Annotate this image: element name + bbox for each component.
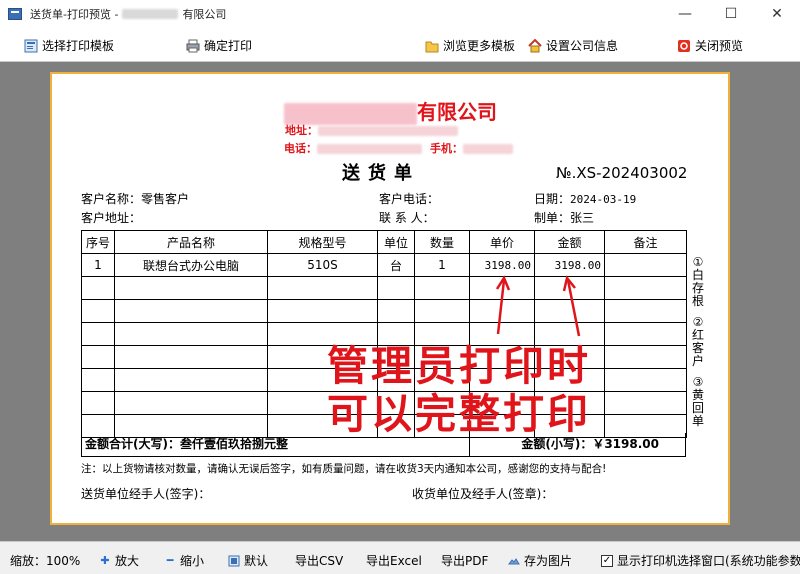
company-settings-label: 设置公司信息 xyxy=(546,39,619,53)
zoom-value: 100% xyxy=(46,553,81,568)
annotation-arrows xyxy=(495,275,581,337)
template-icon xyxy=(24,39,38,53)
close-button[interactable]: ✕ xyxy=(754,0,800,28)
company-settings-button[interactable]: 设置公司信息 xyxy=(528,37,618,54)
preview-area[interactable]: 有限公司 地址： 电话： 手机： 送货单 №.XS-202403002 客户名称：… xyxy=(0,62,800,541)
zoom-in-button[interactable]: ✚ 放大 xyxy=(99,552,139,569)
bottom-bar: 缩放： 100% ✚ 放大 ━ 缩小 默认 导出CSV 导出Excel 导出PDF 存… xyxy=(0,541,800,574)
show-printer-dialog-option[interactable]: ✓ 显示打印机选择窗口(系统功能参数 xyxy=(601,552,800,569)
window-controls: — ☐ ✕ xyxy=(662,0,800,28)
toolbar: 选择打印模板 确定打印 浏览更多模板 设置公司信息 关闭预览 xyxy=(0,28,800,62)
printer-icon xyxy=(186,39,200,53)
save-image-button[interactable]: 存为图片 xyxy=(508,552,572,569)
browse-templates-label: 浏览更多模板 xyxy=(443,39,516,53)
export-excel-button[interactable]: 导出Excel xyxy=(366,552,422,569)
show-printer-dialog-label: 显示打印机选择窗口(系统功能参数 xyxy=(617,554,800,568)
zoom-indicator: 缩放： 100% xyxy=(10,552,80,569)
checkbox-checked-icon[interactable]: ✓ xyxy=(601,554,613,567)
default-zoom-icon xyxy=(228,555,240,567)
default-zoom-label: 默认 xyxy=(244,554,269,568)
browse-templates-button[interactable]: 浏览更多模板 xyxy=(425,37,515,54)
folder-icon xyxy=(425,39,439,53)
close-preview-icon xyxy=(677,39,691,53)
title-bar: 送货单-打印预览 - 有限公司 — ☐ ✕ xyxy=(0,0,800,28)
close-preview-label: 关闭预览 xyxy=(695,39,744,53)
app-icon xyxy=(8,8,22,20)
window-title-prefix: 送货单-打印预览 - xyxy=(30,8,119,21)
minimize-button[interactable]: — xyxy=(662,0,708,28)
close-preview-button[interactable]: 关闭预览 xyxy=(677,37,743,54)
maximize-button[interactable]: ☐ xyxy=(708,0,754,28)
image-icon xyxy=(508,555,520,567)
window-title-suffix: 有限公司 xyxy=(182,8,227,21)
confirm-print-label: 确定打印 xyxy=(204,39,253,53)
arrow-to-amount xyxy=(566,279,581,337)
export-pdf-button[interactable]: 导出PDF xyxy=(441,552,488,569)
export-csv-button[interactable]: 导出CSV xyxy=(295,552,343,569)
print-page: 有限公司 地址： 电话： 手机： 送货单 №.XS-202403002 客户名称：… xyxy=(50,72,730,525)
save-image-label: 存为图片 xyxy=(524,554,573,568)
zoom-out-label: 缩小 xyxy=(180,554,205,568)
zoom-out-button[interactable]: ━ 缩小 xyxy=(164,552,204,569)
minus-icon: ━ xyxy=(166,554,174,567)
choose-template-label: 选择打印模板 xyxy=(42,39,115,53)
choose-template-button[interactable]: 选择打印模板 xyxy=(24,37,114,54)
confirm-print-button[interactable]: 确定打印 xyxy=(186,37,252,54)
zoom-label: 缩放： xyxy=(10,554,47,568)
annotation-line-2: 可以完整打印 xyxy=(327,390,591,438)
window-title: 送货单-打印预览 - 有限公司 xyxy=(30,6,226,22)
zoom-in-label: 放大 xyxy=(115,554,140,568)
default-zoom-button[interactable]: 默认 xyxy=(228,552,268,569)
home-icon xyxy=(528,38,542,53)
redacted-company-name xyxy=(122,9,179,19)
plus-icon: ✚ xyxy=(100,554,110,567)
